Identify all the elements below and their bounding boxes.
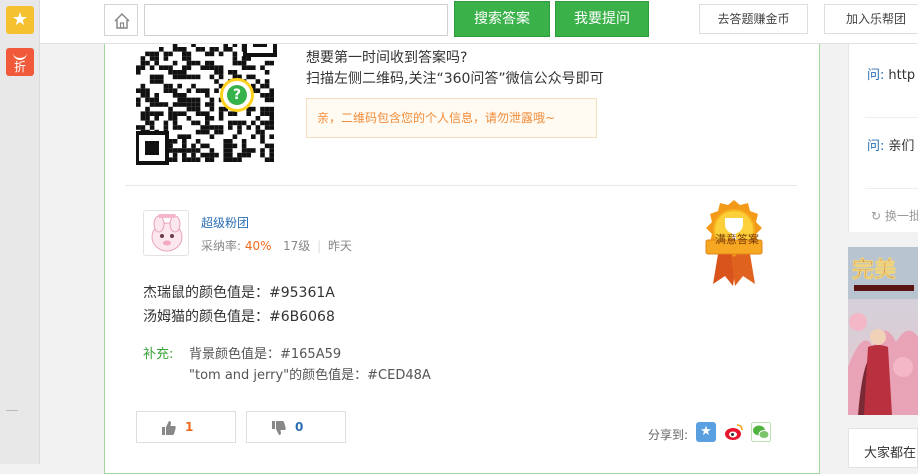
svg-text:完美: 完美 — [852, 257, 897, 283]
promo-title: 想要第一时间收到答案吗? — [306, 50, 468, 66]
related-question-1[interactable]: 问: http — [867, 64, 915, 83]
home-icon — [114, 12, 130, 29]
related-question-2-text: 亲们 — [888, 139, 915, 154]
like-count: 1 — [185, 420, 194, 434]
answerer-meta: 采纳率: 40% 17级 | 昨天 — [201, 237, 352, 254]
related-questions-panel: 问: http 问: 亲们 ↻ 换一批 — [848, 44, 918, 232]
discount-label: 折 — [13, 60, 26, 74]
dislike-count: 0 — [295, 420, 304, 434]
dislike-button[interactable]: 0 — [246, 411, 346, 443]
favorite-star-icon[interactable]: ★ — [6, 6, 34, 34]
meta-separator: | — [317, 239, 322, 253]
popular-section-header: 大家都在 — [848, 428, 918, 468]
earn-coins-button[interactable]: 去答题赚金币 — [699, 4, 808, 34]
game-ad-image: 完美 — [848, 247, 918, 415]
search-input[interactable] — [144, 4, 448, 36]
section-divider — [125, 185, 797, 186]
search-answers-button[interactable]: 搜索答案 — [454, 1, 550, 37]
supplement-label: 补充: — [143, 347, 174, 362]
thumbs-up-icon — [162, 421, 176, 435]
popular-section-title: 大家都在 — [864, 446, 917, 461]
answerer-name[interactable]: 超级粉团 — [201, 214, 249, 231]
answer-line-1: 杰瑞鼠的颜色值是：#95361A — [143, 285, 335, 301]
avatar[interactable] — [143, 210, 189, 256]
refresh-label: 换一批 — [884, 209, 918, 223]
game-ad-banner[interactable]: 完美 — [848, 247, 918, 415]
refresh-batch-button[interactable]: ↻ 换一批 — [871, 207, 918, 224]
answer-line-2: 汤姆猫的颜色值是：#6B6068 — [143, 309, 335, 325]
wechat-qr-code: ? — [136, 44, 278, 166]
related-question-1-text: http — [888, 68, 916, 83]
wechat-share-icon[interactable] — [751, 422, 771, 442]
related-question-2[interactable]: 问: 亲们 — [867, 135, 914, 154]
top-toolbar: 搜索答案 我要提问 去答题赚金币 加入乐帮团 — [40, 0, 918, 44]
rail-divider — [6, 410, 18, 411]
related-divider — [865, 188, 918, 189]
ask-question-button[interactable]: 我要提问 — [555, 1, 649, 37]
like-button[interactable]: 1 — [136, 411, 236, 443]
acceptance-rate: 40% — [244, 239, 272, 253]
answer-card: ? 想要第一时间收到答案吗? 扫描左侧二维码,关注“360问答”微信公众号即可 … — [104, 44, 820, 474]
discount-icon[interactable]: 折 — [6, 48, 34, 76]
supplement-line-2: "tom and jerry"的颜色值是：#CED48A — [189, 368, 431, 383]
qzone-share-icon[interactable]: ★ — [696, 422, 716, 442]
home-button[interactable] — [104, 4, 138, 36]
privacy-tip: 亲，二维码包含您的个人信息，请勿泄露哦~ — [306, 98, 597, 138]
related-divider — [865, 117, 918, 118]
join-group-button[interactable]: 加入乐帮团 — [824, 4, 918, 34]
promo-instruction: 扫描左侧二维码,关注“360问答”微信公众号即可 — [306, 71, 604, 87]
supplement-line-1: 背景颜色值是：#165A59 — [189, 347, 342, 362]
thumbs-down-icon — [272, 421, 286, 435]
user-level: 17级 — [283, 239, 311, 253]
weibo-share-icon[interactable] — [724, 422, 744, 442]
qa-logo-icon: ? — [220, 78, 254, 112]
share-label: 分享到: — [648, 428, 689, 442]
satisfied-answer-badge-label: 满意答案 — [715, 233, 759, 246]
question-prefix: 问: — [867, 139, 885, 154]
answer-time: 昨天 — [327, 239, 352, 253]
acceptance-label: 采纳率: — [201, 239, 242, 253]
left-rail: ★ 折 — [0, 0, 40, 464]
question-prefix: 问: — [867, 68, 885, 83]
user-avatar-image — [151, 214, 183, 252]
